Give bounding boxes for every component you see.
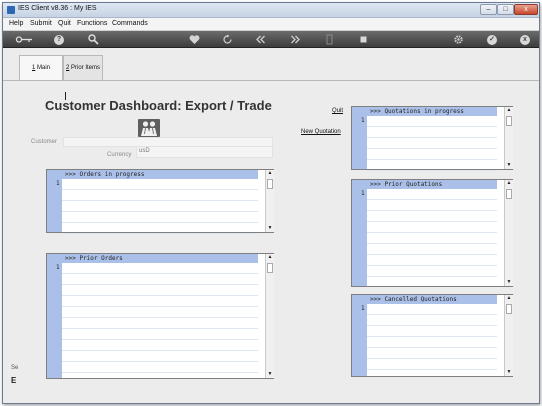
fast-forward-icon[interactable] [289, 33, 302, 46]
new-quotation-link[interactable]: New Quotation [301, 129, 341, 135]
content-area: 1 Main 2 Prior Items Customer Dashboard:… [3, 48, 539, 403]
quotations-in-progress-grid[interactable]: >>> Quotations in progress 1 ▲ ▼ [351, 106, 513, 171]
row-number: 1 [361, 117, 365, 124]
partial-label: Se [11, 365, 19, 371]
scroll-thumb[interactable] [506, 189, 512, 199]
scroll-down-icon[interactable]: ▼ [267, 225, 273, 231]
window-title: IES Client v8.36 : My IES [18, 5, 97, 12]
menu-submit[interactable]: Submit [30, 20, 52, 27]
menu-quit[interactable]: Quit [58, 20, 71, 27]
text-cursor [65, 92, 66, 100]
row-number: 1 [56, 264, 60, 271]
stop-icon[interactable] [357, 33, 370, 46]
gear-icon[interactable] [452, 33, 465, 46]
tab-prior-items-label: Prior Items [71, 65, 101, 71]
refresh-icon[interactable] [221, 33, 234, 46]
heart-icon[interactable] [188, 33, 201, 46]
tab-prior-items[interactable]: 2 Prior Items [63, 55, 103, 80]
vertical-scrollbar[interactable]: ▲ ▼ [265, 170, 274, 232]
row-number-column: 1 [47, 179, 62, 232]
scroll-down-icon[interactable]: ▼ [506, 369, 512, 375]
partial-label: E [11, 376, 17, 385]
close-icon[interactable]: x [520, 35, 530, 45]
cancelled-quotations-header: >>> Cancelled Quotations [352, 295, 497, 304]
page-title: Customer Dashboard: Export / Trade [45, 98, 272, 113]
scroll-thumb[interactable] [506, 304, 512, 314]
close-button[interactable]: x [514, 4, 538, 15]
vertical-scrollbar[interactable]: ▲ ▼ [504, 180, 513, 286]
grid-rows [62, 179, 258, 234]
row-number-column: 1 [352, 304, 367, 376]
customer-label: Customer [31, 139, 58, 145]
help-icon[interactable]: ? [54, 35, 64, 45]
search-icon[interactable] [87, 33, 100, 46]
row-number-column: 1 [352, 116, 367, 169]
scroll-thumb[interactable] [267, 179, 273, 189]
title-bar: IES Client v8.36 : My IES – □ x [3, 3, 539, 18]
scroll-up-icon[interactable]: ▲ [267, 170, 273, 176]
grid-rows [62, 263, 258, 373]
cancelled-quotations-grid[interactable]: >>> Cancelled Quotations 1 ▲ ▼ [351, 294, 513, 377]
scroll-up-icon[interactable]: ▲ [506, 295, 512, 301]
customer-icon [138, 119, 160, 137]
orders-in-progress-grid[interactable]: >>> Orders in progress 1 ▲ ▼ [46, 169, 274, 234]
prior-quotations-grid[interactable]: >>> Prior Quotations 1 ▲ ▼ [351, 179, 513, 287]
app-icon [7, 6, 15, 14]
row-number-column: 1 [352, 189, 367, 286]
vertical-scrollbar[interactable]: ▲ ▼ [504, 295, 513, 376]
vertical-scrollbar[interactable]: ▲ ▼ [504, 107, 513, 169]
menu-functions[interactable]: Functions [77, 20, 107, 27]
toolbar: ? ✓ x [3, 31, 539, 48]
vertical-scrollbar[interactable]: ▲ ▼ [265, 254, 274, 378]
scroll-up-icon[interactable]: ▲ [506, 107, 512, 113]
scroll-up-icon[interactable]: ▲ [267, 254, 273, 260]
scroll-down-icon[interactable]: ▼ [506, 279, 512, 285]
menu-bar: Help Submit Quit Functions Commands [3, 18, 539, 31]
key-icon[interactable] [15, 33, 33, 46]
tab-main[interactable]: 1 Main [19, 55, 63, 81]
currency-input[interactable]: usD [136, 146, 273, 158]
tab-main-label: Main [37, 65, 51, 71]
quotations-in-progress-header: >>> Quotations in progress [352, 107, 497, 116]
menu-help[interactable]: Help [9, 20, 23, 27]
menu-commands[interactable]: Commands [112, 20, 148, 27]
tab-divider [3, 80, 539, 81]
row-number: 1 [361, 190, 365, 197]
tab-main-key: 1 [31, 65, 36, 71]
tab-prior-items-key: 2 [65, 65, 70, 71]
grid-rows [367, 116, 497, 171]
maximize-button[interactable]: □ [497, 4, 514, 15]
scroll-up-icon[interactable]: ▲ [506, 180, 512, 186]
row-number: 1 [56, 180, 60, 187]
minimize-button[interactable]: – [480, 4, 497, 15]
currency-value: usD [139, 148, 150, 154]
app-window: IES Client v8.36 : My IES – □ x Help Sub… [2, 2, 540, 404]
check-icon[interactable]: ✓ [487, 35, 497, 45]
orders-in-progress-header: >>> Orders in progress [47, 170, 258, 179]
prior-quotations-header: >>> Prior Quotations [352, 180, 497, 189]
row-number: 1 [361, 305, 365, 312]
scroll-thumb[interactable] [506, 116, 512, 126]
document-icon[interactable] [323, 33, 336, 46]
prior-orders-grid[interactable]: >>> Prior Orders 1 ▲ ▼ [46, 253, 274, 379]
rewind-icon[interactable] [254, 33, 267, 46]
prior-orders-header: >>> Prior Orders [47, 254, 258, 263]
grid-rows [367, 304, 497, 370]
currency-label: Currency [107, 152, 132, 158]
scroll-down-icon[interactable]: ▼ [267, 371, 273, 377]
row-number-column: 1 [47, 263, 62, 378]
grid-rows [367, 189, 497, 277]
scroll-down-icon[interactable]: ▼ [506, 162, 512, 168]
scroll-thumb[interactable] [267, 263, 273, 273]
quit-link[interactable]: Quit [332, 108, 343, 114]
